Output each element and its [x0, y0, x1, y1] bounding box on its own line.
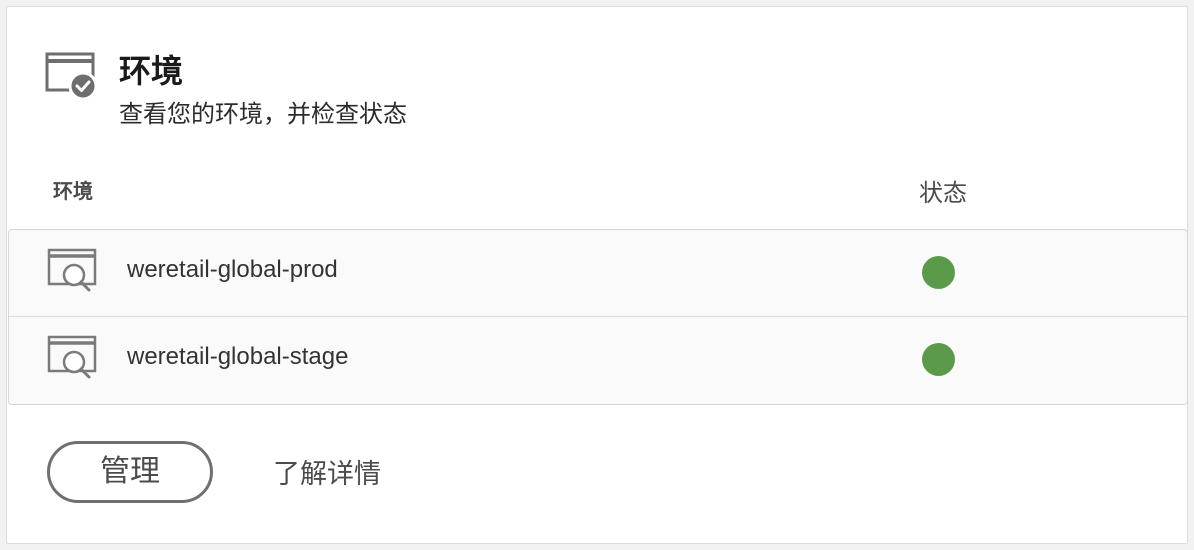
environment-row-stage[interactable]: weretail-global-stage — [9, 317, 1187, 404]
column-header-status: 状态 — [919, 180, 967, 207]
column-header-environment: 环境 — [53, 181, 93, 203]
status-indicator — [922, 343, 955, 376]
learn-more-link[interactable]: 了解详情 — [273, 457, 381, 491]
environments-card: 环境 查看您的环境，并检查状态 环境 状态 weretail-global-pr… — [6, 6, 1188, 544]
environment-check-icon — [45, 52, 98, 101]
manage-button[interactable]: 管理 — [47, 441, 213, 503]
environment-name[interactable]: weretail-global-stage — [127, 341, 348, 373]
environment-row-prod[interactable]: weretail-global-prod — [9, 230, 1187, 317]
page-title: 环境 — [119, 53, 184, 89]
environment-list: weretail-global-prod weretail-global-sta… — [8, 229, 1188, 405]
status-indicator — [922, 256, 955, 289]
environment-name[interactable]: weretail-global-prod — [127, 254, 338, 286]
environment-search-icon — [47, 335, 97, 379]
environment-search-icon — [47, 248, 97, 292]
page-subtitle: 查看您的环境，并检查状态 — [119, 101, 407, 128]
